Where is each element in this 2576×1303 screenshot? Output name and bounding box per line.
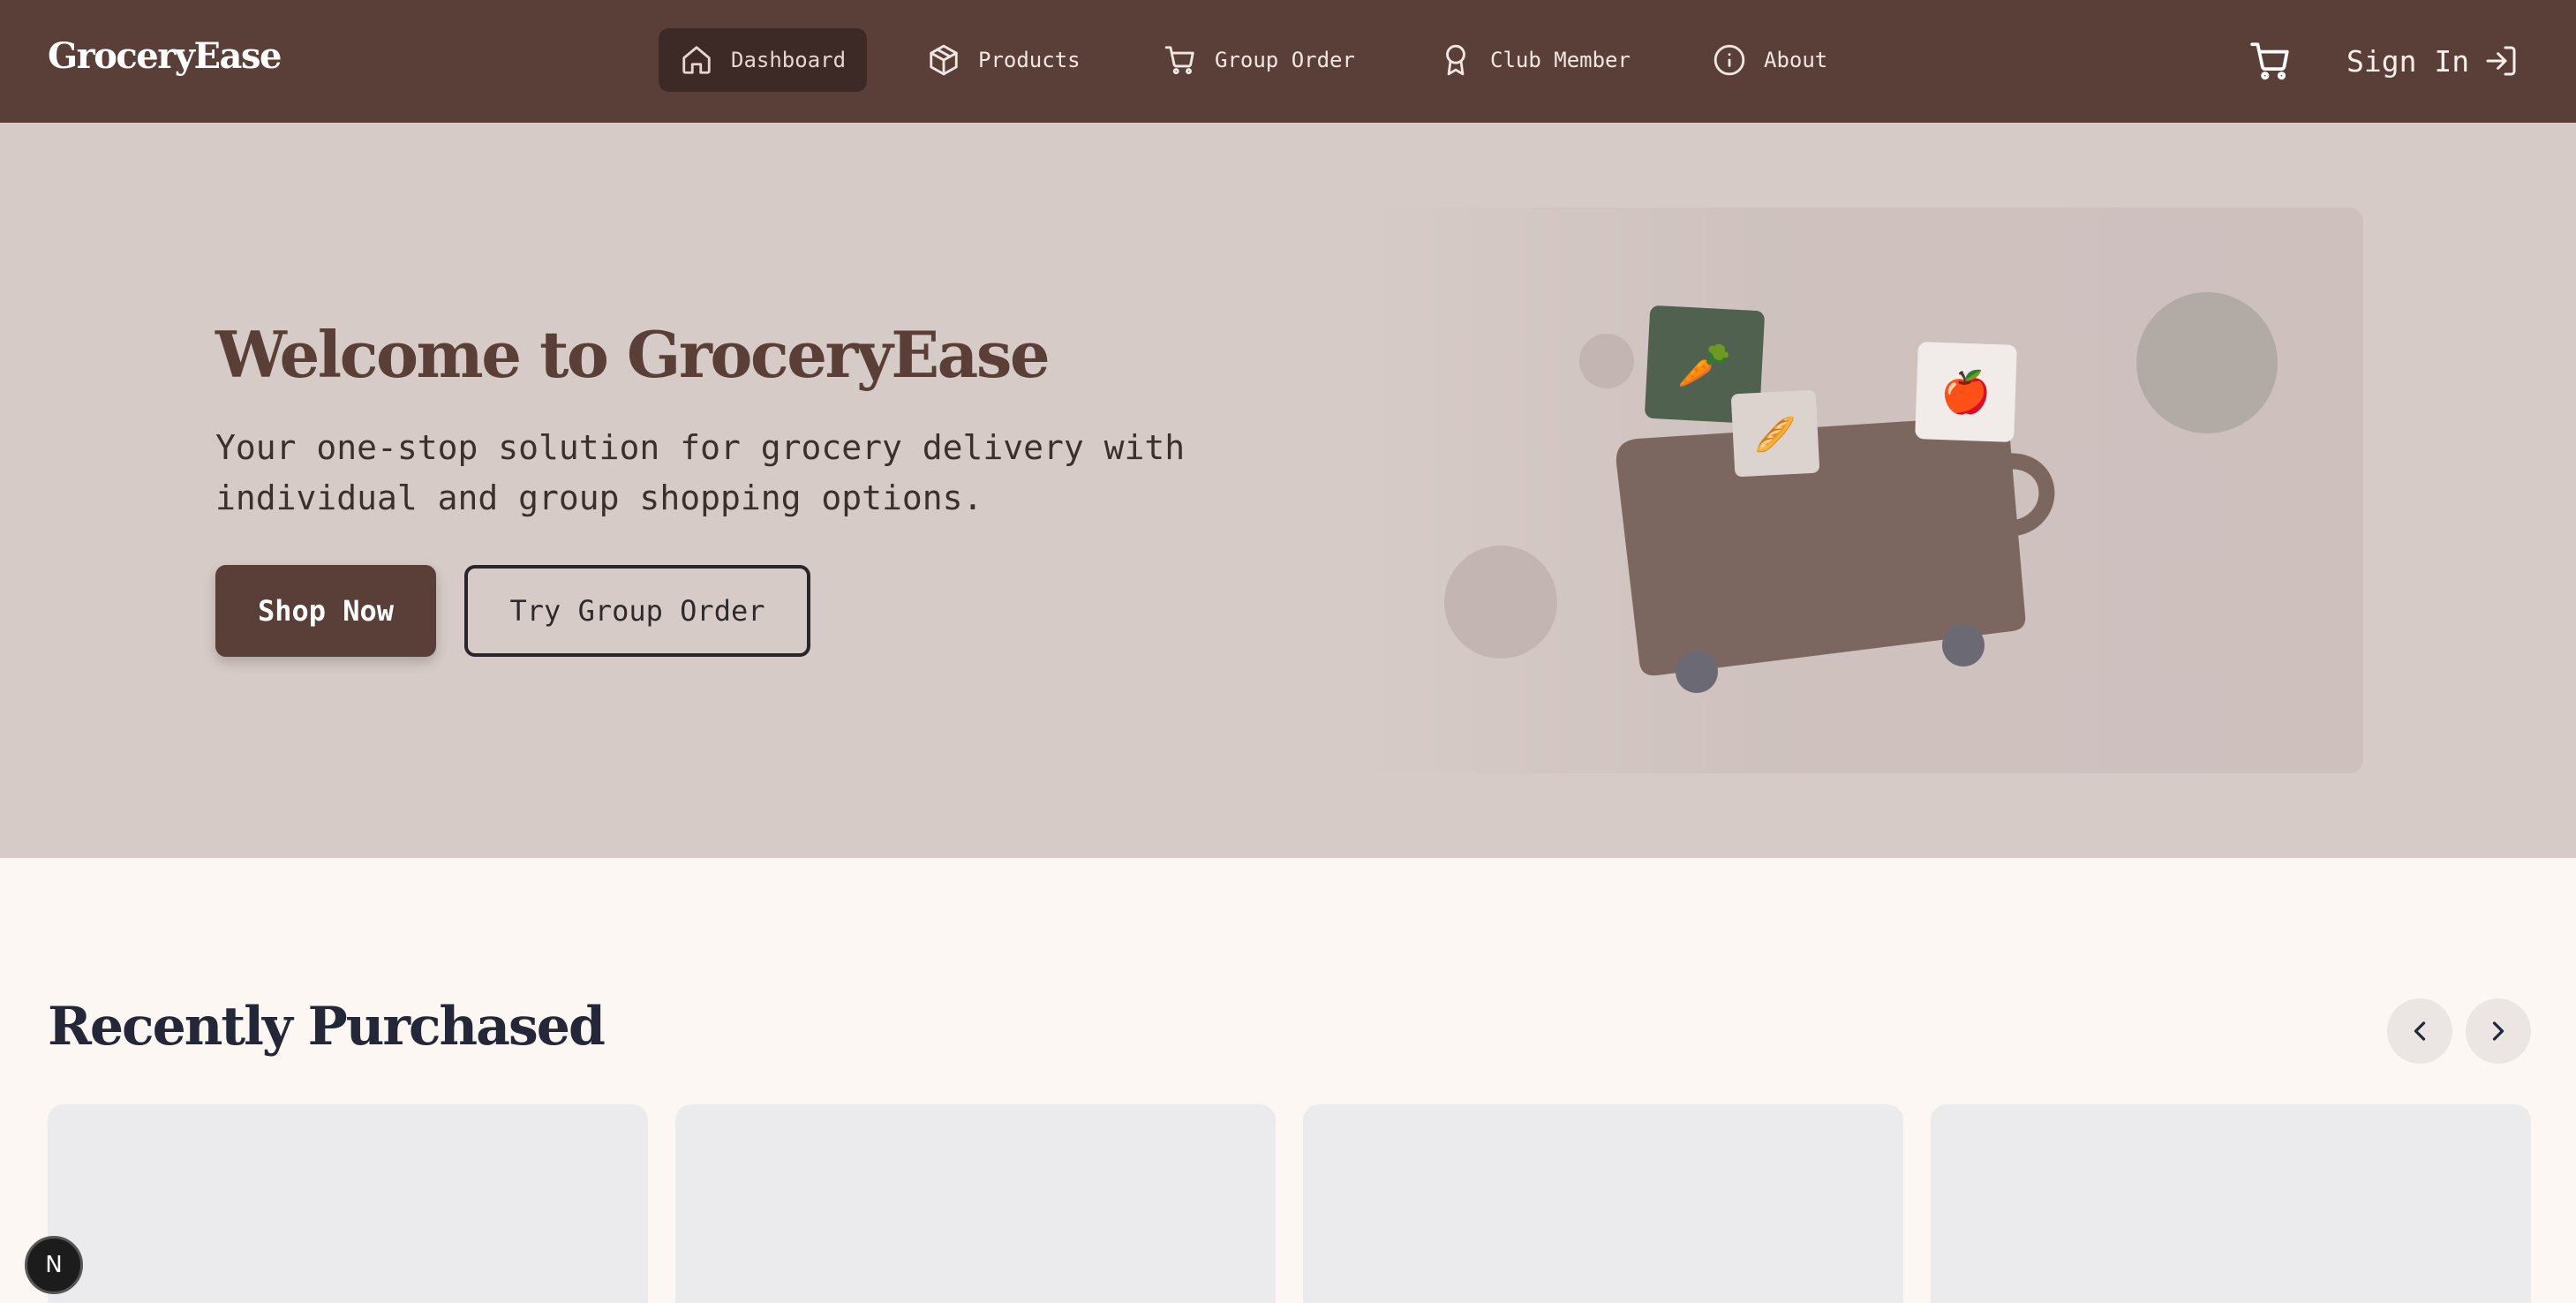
- nav-item-label: Group Order: [1215, 48, 1355, 72]
- nav-item-label: Products: [978, 48, 1081, 72]
- hero-subtitle: Your one-stop solution for grocery deliv…: [215, 428, 1186, 517]
- log-in-icon: [2486, 46, 2516, 76]
- carousel-next-button[interactable]: [2466, 998, 2531, 1064]
- nav-item-label: Club Member: [1490, 48, 1631, 72]
- chevron-left-icon: [2414, 1021, 2426, 1041]
- product-card[interactable]: [675, 1104, 1276, 1303]
- cart-button[interactable]: [2247, 39, 2294, 83]
- decor-circle: [2136, 292, 2278, 433]
- product-card[interactable]: [48, 1104, 648, 1303]
- nav-item-label: About: [1764, 48, 1828, 72]
- sign-in-button[interactable]: Sign In: [2346, 39, 2519, 83]
- nav-item-dashboard[interactable]: Dashboard: [659, 28, 868, 92]
- cart-wheel: [1942, 624, 1985, 667]
- nav-item-products[interactable]: Products: [927, 28, 1081, 92]
- sign-in-label: Sign In: [2346, 43, 2470, 79]
- cart-icon: [1164, 46, 1194, 75]
- hero-illustration: 🥕 🥖 🍎: [1363, 207, 2363, 773]
- nav-item-group-order[interactable]: Group Order: [1164, 28, 1355, 92]
- shopping-cart-illustration: 🥕 🥖 🍎: [1444, 292, 2278, 693]
- chevron-right-icon: [2492, 1021, 2504, 1041]
- carrot-icon: 🥕: [1677, 340, 1732, 391]
- recently-purchased-title: Recently Purchased: [48, 996, 606, 1058]
- nav-item-label: Dashboard: [731, 48, 847, 72]
- award-icon: [1446, 44, 1465, 76]
- nav-item-about[interactable]: About: [1713, 28, 1827, 92]
- hero-title: Welcome to GroceryEase: [215, 317, 1051, 392]
- shopping-cart-icon: [2250, 42, 2289, 80]
- cart-wheel: [1676, 651, 1718, 693]
- dev-tools-badge[interactable]: N: [25, 1236, 83, 1294]
- decor-circle: [1579, 334, 1634, 388]
- shop-now-button[interactable]: Shop Now: [215, 565, 436, 657]
- hero-section: Welcome to GroceryEase Your one-stop sol…: [0, 123, 2576, 858]
- app-logo[interactable]: GroceryEase: [48, 35, 282, 77]
- top-nav: GroceryEase Dashboard Products Group Ord…: [0, 0, 2576, 123]
- product-card[interactable]: [1931, 1104, 2531, 1303]
- decor-circle: [1444, 546, 1557, 659]
- nav-item-club-member[interactable]: Club Member: [1439, 28, 1631, 92]
- carousel-prev-button[interactable]: [2387, 998, 2452, 1064]
- info-icon: [1714, 44, 1745, 76]
- apple-icon: 🍎: [1940, 367, 1991, 416]
- bread-icon: 🥖: [1754, 415, 1796, 454]
- try-group-order-button[interactable]: Try Group Order: [464, 565, 810, 657]
- home-icon: [682, 46, 711, 74]
- product-card[interactable]: [1303, 1104, 1903, 1303]
- box-icon: [930, 44, 958, 76]
